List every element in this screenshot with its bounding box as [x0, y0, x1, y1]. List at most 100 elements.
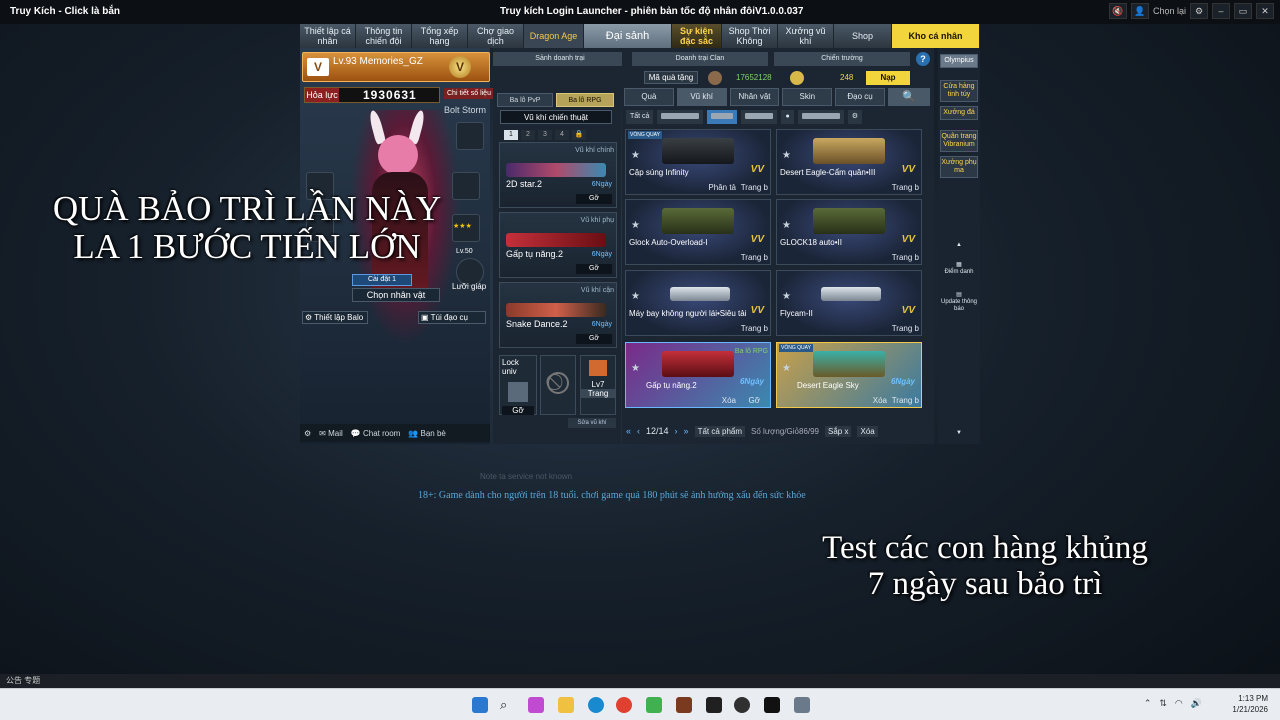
obs-icon[interactable] — [734, 697, 750, 713]
tab-ba-lo-pvp[interactable]: Ba lô PvP — [497, 93, 553, 107]
item-card[interactable]: ★ VV Flycam-II Trang b — [776, 270, 922, 336]
medal-slot[interactable] — [456, 122, 484, 150]
player-namebar[interactable]: V Lv.93 Memories_GZ V — [302, 52, 490, 82]
item-card[interactable]: ★ VV Desert Eagle-Cẩm quân•III Trang b — [776, 129, 922, 195]
equip-button[interactable]: Trang b — [741, 253, 768, 262]
chat-button[interactable]: 💬 Chat room — [351, 429, 401, 438]
sidebar-xuong-da[interactable]: Xưởng đá — [940, 106, 978, 120]
chrome-icon[interactable] — [616, 697, 632, 713]
slot-melee[interactable]: Vũ khí cận Snake Dance.2 6Ngày Gỡ — [499, 282, 617, 348]
sort-button[interactable]: Sắp x — [825, 425, 852, 437]
tab-skin[interactable]: Skin — [782, 88, 833, 106]
nav-shop[interactable]: Shop — [834, 24, 892, 48]
favorite-icon[interactable]: ★ — [782, 291, 791, 302]
topup-button[interactable]: Nạp — [866, 71, 910, 85]
scroll-up-icon[interactable]: ▲ — [940, 242, 978, 249]
sidebar-xuong-phu-ma[interactable]: Xưởng phụ ma — [940, 156, 978, 178]
chon-lai-button[interactable]: Chọn lại — [1153, 6, 1186, 16]
detail-button[interactable]: Chi tiết số liệu — [444, 88, 494, 99]
favorite-icon[interactable]: ★ — [782, 363, 791, 374]
settings-icon[interactable] — [794, 697, 810, 713]
volume-icon[interactable]: 🔊 — [1191, 698, 1202, 709]
tab-qua[interactable]: Quà — [624, 88, 674, 106]
slot-secondary[interactable]: Vũ khí phụ Gấp tụ năng.2 6Ngày Gỡ — [499, 212, 617, 278]
sidebar-update[interactable]: ▤ Update thông báo — [940, 292, 978, 313]
delete-button[interactable]: Xóa — [873, 396, 887, 405]
favorite-icon[interactable]: ★ — [782, 220, 791, 231]
nav-thong-tin-chien-doi[interactable]: Thông tin chiến đội — [356, 24, 412, 48]
gear-filter-icon[interactable]: ⚙ — [847, 110, 862, 124]
terminal-icon[interactable] — [706, 697, 722, 713]
favorite-icon[interactable]: ★ — [782, 150, 791, 161]
item-card[interactable]: VÒNG QUAY ★ 6Ngày Desert Eagle Sky Xóa T… — [776, 342, 922, 408]
mail-button[interactable]: ✉ Mail — [319, 429, 343, 438]
unequip-button[interactable]: Gỡ — [576, 194, 612, 204]
grade-filter-dropdown[interactable]: Tất cả phẩm — [694, 425, 746, 437]
equip-button[interactable]: Trang b — [892, 183, 919, 192]
decompose-button[interactable]: Phân tả — [708, 183, 736, 192]
nav-thiet-lap[interactable]: Thiết lập cá nhân — [300, 24, 356, 48]
equip-button[interactable]: Trang b — [741, 183, 768, 192]
nav-shop-thoi-khong[interactable]: Shop Thời Không — [722, 24, 778, 48]
start-icon[interactable] — [472, 697, 488, 713]
favorite-icon[interactable]: ★ — [631, 220, 640, 231]
favorite-icon[interactable]: ★ — [631, 291, 640, 302]
sidebar-quan-trang[interactable]: Quân trang Vibranium — [940, 130, 978, 152]
network-icon[interactable]: ⇅ — [1159, 698, 1167, 709]
chevron-up-icon[interactable]: ⌃ — [1144, 698, 1152, 709]
setup-bag-button[interactable]: ⚙ Thiết lập Balo — [302, 311, 368, 324]
minimize-icon[interactable]: – — [1212, 3, 1230, 19]
nav-tong-xep-hang[interactable]: Tổng xếp hạng — [412, 24, 468, 48]
unequip-button[interactable]: Gỡ — [576, 334, 612, 344]
item-card[interactable]: VÒNG QUAY ★ VV Cặp súng Infinity Phân tả… — [625, 129, 771, 195]
tab-doanh-trai-clan[interactable]: Doanh trại Clan — [632, 52, 768, 66]
loadout-page-2[interactable]: 2 — [521, 130, 535, 140]
friends-button[interactable]: 👥 Bạn bè — [408, 429, 446, 438]
scroll-down-icon[interactable]: ▼ — [940, 430, 978, 437]
help-icon[interactable]: ? — [916, 52, 930, 66]
unequip-button[interactable]: Gỡ — [576, 264, 612, 274]
app-icon[interactable] — [646, 697, 662, 713]
tactical-weapon-button[interactable]: Vũ khí chiến thuật — [500, 110, 612, 124]
game-icon[interactable] — [676, 697, 692, 713]
nav-dragon-age[interactable]: Dragon Age — [524, 24, 584, 48]
delete-all-button[interactable]: Xóa — [857, 425, 878, 437]
search-icon[interactable]: ⌕ — [500, 697, 516, 713]
level-7-slot[interactable]: Lv7 Trang — [580, 355, 616, 415]
slot-primary[interactable]: Vũ khí chính 2D star.2 6Ngày Gỡ — [499, 142, 617, 208]
grenade-filter-icon[interactable]: ● — [781, 110, 794, 124]
item-bag-button[interactable]: ▣ Túi đạo cụ — [418, 311, 486, 324]
search-icon[interactable]: 🔍 — [887, 88, 930, 106]
delete-button[interactable]: Xóa — [722, 396, 736, 405]
gear-icon[interactable]: ⚙ — [1190, 3, 1208, 19]
rifle-filter-icon[interactable] — [657, 110, 704, 124]
gift-code-button[interactable]: Mã quà tặng — [644, 71, 698, 84]
maximize-icon[interactable]: ▭ — [1234, 3, 1252, 19]
prev-page-icon[interactable]: ‹ — [637, 426, 640, 436]
nav-kho-ca-nhan[interactable]: Kho cá nhân — [892, 24, 980, 48]
special-filter-icon[interactable] — [797, 110, 844, 124]
launcher-tray[interactable]: 公告 专题 — [0, 674, 1280, 688]
nav-xuong-vu-khi[interactable]: Xưởng vũ khí — [778, 24, 834, 48]
last-page-icon[interactable]: » — [684, 426, 689, 436]
user-icon[interactable]: 👤 — [1130, 3, 1149, 19]
equip-button[interactable]: Trang b — [892, 396, 919, 405]
close-icon[interactable]: ✕ — [1256, 3, 1274, 19]
mute-icon[interactable]: 🔇 — [1108, 3, 1127, 19]
tab-dao-cu[interactable]: Đạo cụ — [835, 88, 885, 106]
loadout-page-4[interactable]: 4 — [555, 130, 569, 140]
sidebar-cua-hang[interactable]: Cửa hàng tinh túy — [940, 80, 978, 102]
equip-button[interactable]: Trang b — [892, 253, 919, 262]
item-card[interactable]: ★ VV Máy bay không người lái•Siêu tải Tr… — [625, 270, 771, 336]
tab-sanh-doanh-trai[interactable]: Sảnh doanh trại — [493, 52, 627, 66]
equip-button[interactable]: Trang b — [892, 324, 919, 333]
copilot-icon[interactable] — [528, 697, 544, 713]
sidebar-olympius[interactable]: Olympius — [940, 54, 978, 68]
item-card[interactable]: ★ VV GLOCK18 auto•II Trang b — [776, 199, 922, 265]
loadout-page-3[interactable]: 3 — [538, 130, 552, 140]
pistol-filter-icon[interactable] — [707, 110, 738, 124]
file-explorer-icon[interactable] — [558, 697, 574, 713]
equip-button[interactable]: Trang b — [741, 324, 768, 333]
repair-weapon-button[interactable]: Sửa vũ khí — [568, 418, 616, 428]
choose-character-button[interactable]: Chọn nhân vật — [352, 288, 440, 302]
